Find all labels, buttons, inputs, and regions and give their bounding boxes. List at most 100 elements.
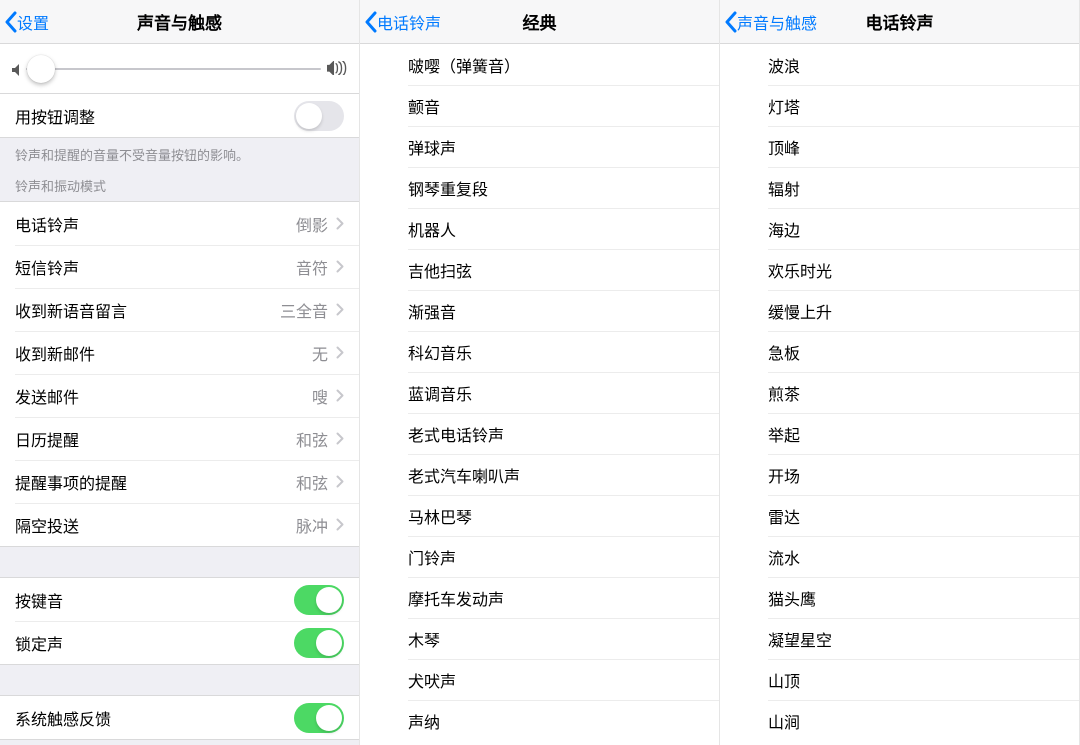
ringtone-item[interactable]: 山顶 — [720, 659, 1079, 700]
chevron-right-icon — [336, 432, 344, 445]
ringtone-item[interactable]: 雷达 — [720, 495, 1079, 536]
back-button[interactable]: 电话铃声 — [360, 10, 441, 34]
row-sound-0[interactable]: 电话铃声倒影 — [0, 202, 359, 245]
switch-change-with-buttons[interactable] — [294, 101, 344, 131]
back-label: 声音与触感 — [737, 10, 817, 34]
row-sound-5[interactable]: 日历提醒和弦 — [0, 417, 359, 460]
ringtone-item[interactable]: 老式汽车喇叭声 — [360, 454, 719, 495]
ringtone-item[interactable]: 马林巴琴 — [360, 495, 719, 536]
ringtone-item[interactable]: 灯塔 — [720, 85, 1079, 126]
content-area: 用按钮调整 铃声和提醒的音量不受音量按钮的影响。 铃声和振动模式 电话铃声倒影短… — [0, 44, 359, 745]
row-label: 提醒事项的提醒 — [15, 470, 296, 494]
switch-system-haptics[interactable] — [294, 703, 344, 733]
nav-bar: 声音与触感 电话铃声 — [720, 0, 1079, 44]
row-switch-0[interactable]: 按键音 — [0, 578, 359, 621]
row-sound-6[interactable]: 提醒事项的提醒和弦 — [0, 460, 359, 503]
ringtone-item[interactable]: 凝望星空 — [720, 618, 1079, 659]
row-value: 倒影 — [296, 212, 328, 236]
back-button[interactable]: 声音与触感 — [720, 10, 817, 34]
ringtone-item[interactable]: 顶峰 — [720, 126, 1079, 167]
row-sound-7[interactable]: 隔空投送脉冲 — [0, 503, 359, 546]
row-label: 发送邮件 — [15, 384, 312, 408]
row-label: 用按钮调整 — [15, 104, 294, 128]
ringtone-item[interactable]: 木琴 — [360, 618, 719, 659]
ringtone-item[interactable]: 辐射 — [720, 167, 1079, 208]
volume-row — [0, 44, 359, 94]
sound-rows-group: 电话铃声倒影短信铃声音符收到新语音留言三全音收到新邮件无发送邮件嗖日历提醒和弦提… — [0, 201, 359, 547]
screen-ringtone: 声音与触感 电话铃声 波浪灯塔顶峰辐射海边欢乐时光缓慢上升急板煎茶举起开场雷达流… — [720, 0, 1080, 745]
chevron-right-icon — [336, 389, 344, 402]
switch-1[interactable] — [294, 628, 344, 658]
ringtone-item[interactable]: 钢琴重复段 — [360, 167, 719, 208]
ringtone-item[interactable]: 欢乐时光 — [720, 249, 1079, 290]
haptic-footer: 为系统控制和互动提供触感反馈。 — [0, 740, 359, 745]
ringtone-item[interactable]: 波浪 — [720, 44, 1079, 85]
ringtone-item[interactable]: 流水 — [720, 536, 1079, 577]
chevron-left-icon — [364, 11, 377, 33]
ringtone-item[interactable]: 门铃声 — [360, 536, 719, 577]
row-value: 和弦 — [296, 427, 328, 451]
ringtone-item[interactable]: 猫头鹰 — [720, 577, 1079, 618]
ringtone-item[interactable]: 科幻音乐 — [360, 331, 719, 372]
row-value: 音符 — [296, 255, 328, 279]
nav-bar: 电话铃声 经典 — [360, 0, 719, 44]
row-label: 按键音 — [15, 588, 294, 612]
ringtone-list: 啵嘤（弹簧音）颤音弹球声钢琴重复段机器人吉他扫弦渐强音科幻音乐蓝调音乐老式电话铃… — [360, 44, 719, 745]
haptic-group: 系统触感反馈 — [0, 695, 359, 740]
row-label: 系统触感反馈 — [15, 706, 294, 730]
chevron-left-icon — [4, 11, 17, 33]
ringtone-item[interactable]: 犬吠声 — [360, 659, 719, 700]
volume-thumb[interactable] — [27, 55, 55, 83]
ringtone-item[interactable]: 缓慢上升 — [720, 290, 1079, 331]
row-value: 和弦 — [296, 470, 328, 494]
row-switch-1[interactable]: 锁定声 — [0, 621, 359, 664]
row-label: 收到新邮件 — [15, 341, 312, 365]
row-value: 三全音 — [280, 298, 328, 322]
chevron-right-icon — [336, 303, 344, 316]
ringtone-item[interactable]: 啵嘤（弹簧音） — [360, 44, 719, 85]
row-sound-4[interactable]: 发送邮件嗖 — [0, 374, 359, 417]
chevron-right-icon — [336, 217, 344, 230]
volume-high-icon — [327, 61, 347, 77]
chevron-right-icon — [336, 346, 344, 359]
volume-low-icon — [12, 63, 20, 75]
page-title: 声音与触感 — [137, 9, 222, 34]
ringtone-item[interactable]: 声纳 — [360, 700, 719, 741]
back-label: 电话铃声 — [377, 10, 441, 34]
screen-classic-ringtones: 电话铃声 经典 啵嘤（弹簧音）颤音弹球声钢琴重复段机器人吉他扫弦渐强音科幻音乐蓝… — [360, 0, 720, 745]
row-label: 电话铃声 — [15, 212, 296, 236]
row-sound-3[interactable]: 收到新邮件无 — [0, 331, 359, 374]
chevron-right-icon — [336, 260, 344, 273]
row-value: 脉冲 — [296, 513, 328, 537]
chevron-right-icon — [336, 518, 344, 531]
row-change-with-buttons[interactable]: 用按钮调整 — [0, 94, 359, 137]
ringtone-item[interactable]: 弹球声 — [360, 126, 719, 167]
volume-slider[interactable] — [26, 68, 321, 70]
ringtone-item[interactable]: 蓝调音乐 — [360, 372, 719, 413]
row-label: 日历提醒 — [15, 427, 296, 451]
row-label: 短信铃声 — [15, 255, 296, 279]
ringtone-item[interactable]: 摩托车发动声 — [360, 577, 719, 618]
row-sound-1[interactable]: 短信铃声音符 — [0, 245, 359, 288]
ringtone-item[interactable]: 山涧 — [720, 700, 1079, 741]
ringtone-item[interactable]: 老式电话铃声 — [360, 413, 719, 454]
switch-0[interactable] — [294, 585, 344, 615]
ringtone-item[interactable]: 举起 — [720, 413, 1079, 454]
ringtone-item[interactable]: 海边 — [720, 208, 1079, 249]
chevron-left-icon — [724, 11, 737, 33]
ringtone-item[interactable]: 颤音 — [360, 85, 719, 126]
row-label: 锁定声 — [15, 631, 294, 655]
ringtone-item[interactable]: 开场 — [720, 454, 1079, 495]
ringtone-item[interactable]: 急板 — [720, 331, 1079, 372]
back-button[interactable]: 设置 — [0, 10, 49, 34]
ringtone-item[interactable]: 渐强音 — [360, 290, 719, 331]
ringtone-list: 波浪灯塔顶峰辐射海边欢乐时光缓慢上升急板煎茶举起开场雷达流水猫头鹰凝望星空山顶山… — [720, 44, 1079, 745]
row-sound-2[interactable]: 收到新语音留言三全音 — [0, 288, 359, 331]
row-system-haptics[interactable]: 系统触感反馈 — [0, 696, 359, 739]
row-value: 嗖 — [312, 384, 328, 408]
ringtone-item[interactable]: 吉他扫弦 — [360, 249, 719, 290]
row-label: 隔空投送 — [15, 513, 296, 537]
ringtone-item[interactable]: 煎茶 — [720, 372, 1079, 413]
ringtone-item[interactable]: 机器人 — [360, 208, 719, 249]
nav-bar: 设置 声音与触感 — [0, 0, 359, 44]
